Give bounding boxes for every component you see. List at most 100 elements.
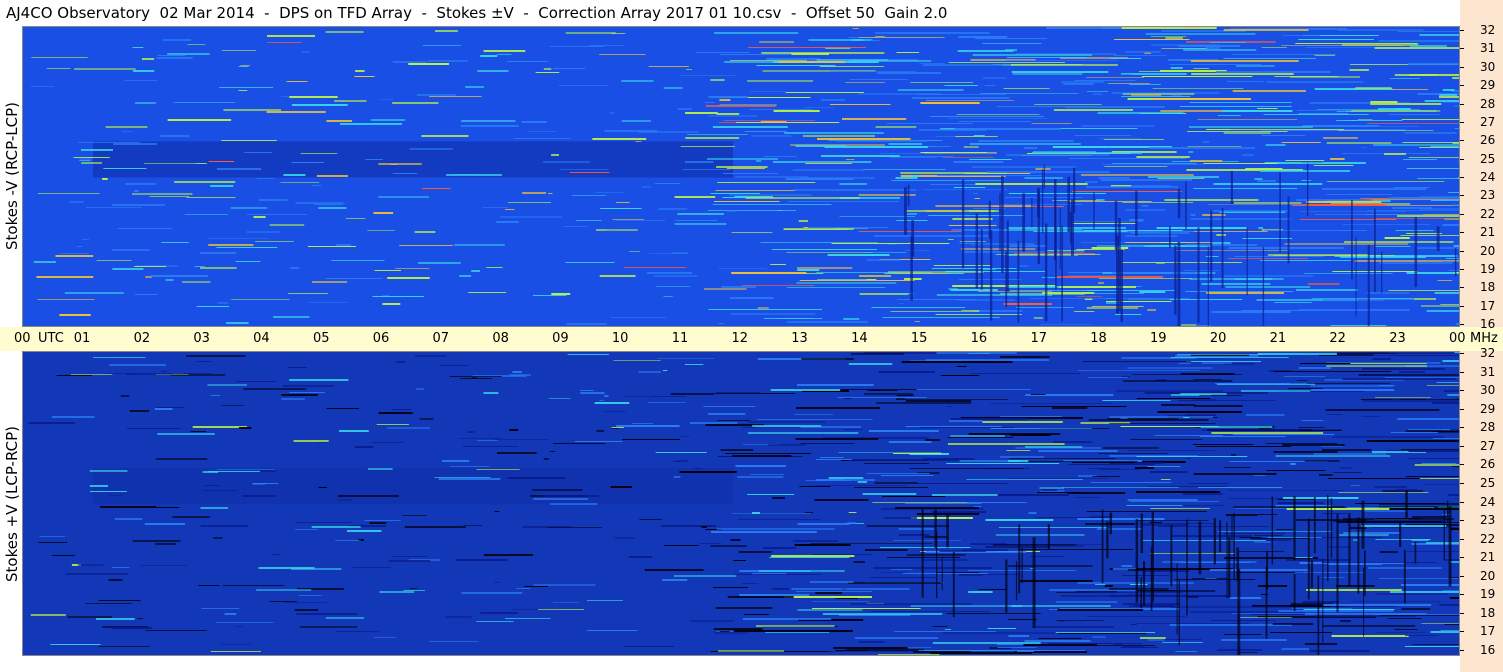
frequency-tick-mark: [1460, 501, 1464, 503]
frequency-tick-label: 17: [1480, 624, 1496, 639]
frequency-tick-mark: [1460, 158, 1464, 160]
frequency-tick-mark: [1460, 305, 1464, 307]
frequency-tick-label: 31: [1480, 364, 1496, 379]
utc-tick-label: 00: [14, 331, 31, 346]
spectrogram-band: [93, 141, 733, 178]
utc-tick-label: 09: [552, 331, 569, 346]
frequency-tick-label: 18: [1480, 605, 1496, 620]
frequency-tick-label: 29: [1480, 401, 1496, 416]
stokes-minus-v-spectrogram: [22, 26, 1460, 327]
frequency-tick-mark: [1460, 650, 1464, 651]
frequency-tick-label: 27: [1480, 114, 1496, 129]
utc-tick-label: 11: [671, 331, 689, 346]
frequency-tick-mark: [1460, 520, 1464, 522]
frequency-tick-mark: [1460, 594, 1464, 596]
frequency-tick-label: 28: [1480, 420, 1496, 435]
frequency-tick-label: 31: [1480, 41, 1496, 56]
frequency-tick-label: 30: [1480, 383, 1496, 398]
top-frequency-axis: 32 31 30 29 28 27 26 25 24 23 22 21 20 19 18 17 16: [1460, 0, 1503, 331]
frequency-tick-mark: [1460, 177, 1464, 178]
utc-tick-label: 03: [193, 331, 210, 346]
frequency-tick-mark: [1460, 85, 1464, 87]
frequency-tick-label: 26: [1480, 133, 1496, 148]
chart-title: AJ4CO Observatory 02 Mar 2014 - DPS on T…: [6, 4, 948, 22]
frequency-tick-label: 26: [1480, 457, 1496, 472]
utc-tick-label: 21: [1269, 331, 1287, 346]
frequency-tick-mark: [1460, 575, 1464, 577]
bottom-frequency-axis: 32 31 30 29 28 27 26 25 24 23 22 21 20 19 18 17 16: [1460, 347, 1503, 672]
frequency-tick-label: 28: [1480, 96, 1496, 111]
frequency-tick-mark: [1460, 48, 1464, 50]
frequency-tick-mark: [1460, 232, 1464, 234]
frequency-tick-mark: [1460, 427, 1464, 429]
frequency-tick-label: 23: [1480, 188, 1496, 203]
frequency-tick-mark: [1460, 66, 1464, 68]
utc-tick-label: 22: [1329, 331, 1346, 346]
bottom-panel-ylabel: Stokes +V (LCP-RCP): [3, 426, 21, 582]
utc-axis-bar: 00 01 02 03 04 05 06 07 08 09 10 11 12 13 14 15 16 17 18 19…: [0, 327, 1503, 351]
utc-tick-label: 16: [970, 331, 988, 346]
frequency-tick-mark: [1460, 464, 1464, 466]
frequency-tick-mark: [1460, 631, 1464, 633]
frequency-tick-label: 16: [1480, 317, 1496, 331]
frequency-tick-label: 18: [1480, 280, 1496, 295]
mhz-unit-label: MHz: [1470, 331, 1498, 346]
utc-tick-label: 17: [1030, 331, 1047, 346]
frequency-tick-label: 29: [1480, 78, 1496, 93]
frequency-tick-mark: [1460, 287, 1464, 289]
frequency-tick-label: 32: [1480, 23, 1496, 37]
frequency-tick-label: 30: [1480, 59, 1496, 74]
frequency-tick-mark: [1460, 324, 1464, 325]
utc-tick-label: 23: [1389, 331, 1406, 346]
frequency-tick-mark: [1460, 538, 1464, 540]
utc-tick-label: 05: [312, 331, 330, 346]
frequency-tick-mark: [1460, 445, 1464, 447]
utc-tick-label: 07: [432, 331, 450, 346]
frequency-tick-label: 32: [1480, 346, 1496, 360]
frequency-tick-label: 27: [1480, 438, 1496, 453]
frequency-tick-mark: [1460, 371, 1464, 373]
utc-tick-label: 19: [1150, 331, 1167, 346]
frequency-tick-label: 21: [1480, 550, 1496, 565]
utc-tick-label: 18: [1090, 331, 1107, 346]
frequency-tick-label: 20: [1480, 568, 1496, 583]
utc-tick-label: 14: [851, 331, 868, 346]
stokes-plus-v-svg: [23, 352, 1459, 655]
frequency-tick-label: 21: [1480, 225, 1496, 240]
frequency-tick-label: 22: [1480, 531, 1496, 546]
frequency-tick-mark: [1460, 250, 1464, 252]
frequency-tick-mark: [1460, 408, 1464, 410]
stokes-minus-v-svg: [23, 27, 1459, 326]
frequency-tick-mark: [1460, 482, 1464, 484]
frequency-tick-mark: [1460, 103, 1464, 105]
frequency-tick-mark: [1460, 30, 1464, 31]
frequency-tick-label: 20: [1480, 243, 1496, 258]
frequency-tick-mark: [1460, 213, 1464, 215]
frequency-tick-mark: [1460, 268, 1464, 270]
spectrogram-band: [93, 467, 733, 505]
frequency-tick-mark: [1460, 557, 1464, 559]
frequency-tick-label: 17: [1480, 298, 1496, 313]
top-panel-ylabel: Stokes -V (RCP-LCP): [3, 102, 21, 250]
frequency-tick-mark: [1460, 121, 1464, 123]
frequency-tick-mark: [1460, 140, 1464, 142]
utc-axis-label: UTC: [38, 331, 64, 346]
utc-tick-label: 13: [791, 331, 808, 346]
utc-tick-label: 15: [910, 331, 928, 346]
utc-tick-label: 06: [372, 331, 390, 346]
frequency-tick-label: 24: [1480, 170, 1496, 184]
frequency-tick-mark: [1460, 390, 1464, 392]
utc-tick-label: 20: [1209, 331, 1227, 346]
utc-tick-label: 02: [133, 331, 151, 346]
frequency-tick-label: 25: [1480, 151, 1496, 166]
utc-tick-label: 00: [1449, 331, 1466, 346]
frequency-tick-mark: [1460, 353, 1464, 354]
frequency-tick-mark: [1460, 195, 1464, 197]
utc-tick-label: 10: [611, 331, 629, 346]
utc-tick-label: 04: [253, 331, 270, 346]
frequency-tick-label: 19: [1480, 261, 1496, 276]
stokes-plus-v-spectrogram: [22, 351, 1460, 656]
frequency-tick-label: 23: [1480, 513, 1496, 528]
utc-tick-label: 08: [492, 331, 509, 346]
frequency-tick-label: 16: [1480, 643, 1496, 657]
